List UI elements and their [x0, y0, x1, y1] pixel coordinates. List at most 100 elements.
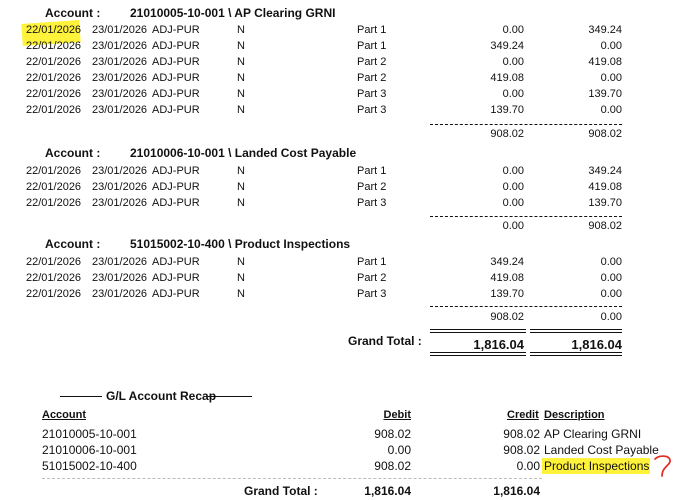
flag: N: [237, 88, 245, 100]
subtotal-divider: [430, 124, 622, 125]
source-code: ADJ-PUR: [152, 165, 200, 177]
recap-total-rule: [42, 478, 542, 479]
recap-header-description: Description: [544, 409, 605, 421]
recap-debit: 908.02: [374, 459, 411, 473]
part: Part 2: [357, 56, 387, 68]
part: Part 1: [357, 165, 387, 177]
flag: N: [237, 40, 245, 52]
flag: N: [237, 104, 245, 116]
credit: 139.70: [588, 197, 622, 209]
grand-total-top-rule: [530, 329, 622, 333]
table-row: 22/01/2026 23/01/2026 ADJ-PUR N Part 2 4…: [0, 72, 684, 88]
flag: N: [237, 197, 245, 209]
credit: 0.00: [600, 40, 622, 52]
debit: 0.00: [502, 88, 524, 100]
flag: N: [237, 181, 245, 193]
account-label: Account :: [45, 146, 101, 160]
part: Part 1: [357, 40, 387, 52]
source-code: ADJ-PUR: [152, 24, 200, 36]
source-code: ADJ-PUR: [152, 181, 200, 193]
posting-date: 22/01/2026: [26, 181, 82, 193]
grand-total-credit: 1,816.04: [571, 337, 622, 352]
table-row: 22/01/2026 23/01/2026 ADJ-PUR N Part 2 0…: [0, 56, 684, 72]
part: Part 3: [357, 88, 387, 100]
flag: N: [237, 24, 245, 36]
entry-date: 23/01/2026: [92, 40, 148, 52]
grand-total-bottom-rule: [530, 352, 622, 356]
table-row: 22/01/2026 23/01/2026 ADJ-PUR N Part 3 0…: [0, 197, 684, 213]
grand-total-top-rule: [430, 329, 526, 333]
recap-header-debit: Debit: [383, 409, 412, 421]
part: Part 2: [357, 72, 387, 84]
posting-date: 22/01/2026: [26, 288, 82, 300]
table-row: 22/01/2026 23/01/2026 ADJ-PUR N Part 1 3…: [0, 256, 684, 272]
credit: 0.00: [600, 256, 622, 268]
flag: N: [237, 272, 245, 284]
subtotal-row: 0.00 908.02: [0, 220, 684, 236]
part: Part 3: [357, 104, 387, 116]
recap-header-credit: Credit: [507, 409, 539, 421]
posting-date: 22/01/2026: [26, 272, 82, 284]
question-mark-annotation-icon: [654, 455, 671, 477]
subtotal-debit: 908.02: [490, 311, 524, 323]
recap-row: 51015002-10-400 908.02 0.00 Product Insp…: [0, 459, 684, 475]
table-row: 22/01/2026 23/01/2026 ADJ-PUR N Part 3 0…: [0, 88, 684, 104]
table-row: 22/01/2026 23/01/2026 ADJ-PUR N Part 2 4…: [0, 272, 684, 288]
recap-credit: 0.00: [516, 459, 540, 473]
debit: 0.00: [502, 24, 524, 36]
debit: 349.24: [490, 40, 524, 52]
source-code: ADJ-PUR: [152, 272, 200, 284]
recap-credit: 908.02: [503, 443, 540, 457]
source-code: ADJ-PUR: [152, 88, 200, 100]
credit: 419.08: [588, 56, 622, 68]
part: Part 2: [357, 272, 387, 284]
entry-date: 23/01/2026: [92, 197, 148, 209]
debit: 0.00: [502, 165, 524, 177]
table-row: 22/01/2026 23/01/2026 ADJ-PUR N Part 1 0…: [0, 24, 684, 40]
credit: 0.00: [600, 104, 622, 116]
posting-date: 22/01/2026: [26, 72, 82, 84]
flag: N: [237, 165, 245, 177]
table-row: 22/01/2026 23/01/2026 ADJ-PUR N Part 3 1…: [0, 288, 684, 304]
recap-rule-right: [208, 396, 252, 397]
subtotal-credit: 908.02: [588, 128, 622, 140]
debit: 0.00: [502, 56, 524, 68]
entry-date: 23/01/2026: [92, 88, 148, 100]
subtotal-row: 908.02 908.02: [0, 128, 684, 144]
grand-total-label: Grand Total :: [348, 334, 422, 348]
flag: N: [237, 288, 245, 300]
source-code: ADJ-PUR: [152, 56, 200, 68]
source-code: ADJ-PUR: [152, 197, 200, 209]
credit: 139.70: [588, 88, 622, 100]
subtotal-divider: [430, 216, 622, 217]
account-label: Account :: [45, 6, 101, 20]
credit: 349.24: [588, 165, 622, 177]
credit: 0.00: [600, 272, 622, 284]
part: Part 3: [357, 288, 387, 300]
recap-account: 21010006-10-001: [42, 443, 137, 457]
debit: 139.70: [490, 288, 524, 300]
recap-row: 21010005-10-001 908.02 908.02 AP Clearin…: [0, 427, 684, 443]
posting-date: 22/01/2026: [26, 56, 82, 68]
account-name: 21010005-10-001 \ AP Clearing GRNI: [130, 6, 336, 20]
recap-debit: 908.02: [374, 427, 411, 441]
flag: N: [237, 72, 245, 84]
table-row: 22/01/2026 23/01/2026 ADJ-PUR N Part 1 3…: [0, 40, 684, 56]
grand-total-debit: 1,816.04: [473, 337, 524, 352]
recap-header-account: Account: [42, 409, 86, 421]
recap-account: 51015002-10-400: [42, 459, 137, 473]
posting-date: 22/01/2026: [26, 88, 82, 100]
entry-date: 23/01/2026: [92, 24, 148, 36]
credit: 0.00: [600, 72, 622, 84]
posting-date: 22/01/2026: [26, 104, 82, 116]
recap-row: 21010006-10-001 0.00 908.02 Landed Cost …: [0, 443, 684, 459]
subtotal-row: 908.02 0.00: [0, 311, 684, 327]
posting-date: 22/01/2026: [26, 165, 82, 177]
subtotal-debit: 0.00: [502, 220, 524, 232]
part: Part 1: [357, 256, 387, 268]
table-row: 22/01/2026 23/01/2026 ADJ-PUR N Part 1 0…: [0, 165, 684, 181]
account-name: 51015002-10-400 \ Product Inspections: [130, 237, 351, 251]
source-code: ADJ-PUR: [152, 72, 200, 84]
entry-date: 23/01/2026: [92, 72, 148, 84]
source-code: ADJ-PUR: [152, 256, 200, 268]
